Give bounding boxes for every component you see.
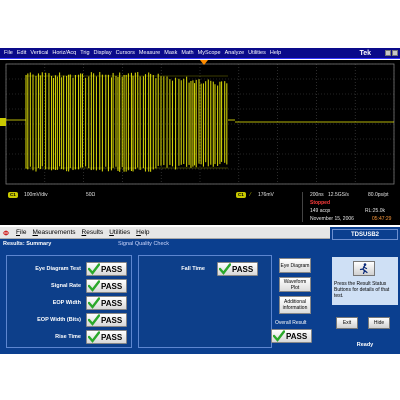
scope-menu-help[interactable]: Help xyxy=(268,50,283,56)
check-icon xyxy=(88,280,100,292)
tdsusb2-control-panel: TDSUSB2 Press the Result Status Buttons … xyxy=(330,227,400,354)
exit-button[interactable]: Exit xyxy=(336,317,358,329)
app-menu-help[interactable]: Help xyxy=(133,229,152,236)
eop-width-result-button[interactable]: PASS xyxy=(86,296,127,310)
waveform-graticule xyxy=(0,60,395,185)
results-panel-right: Fall Time PASS xyxy=(138,255,272,348)
date-readout: November 15, 2006 xyxy=(310,216,354,222)
status-ready: Ready xyxy=(356,342,374,348)
record-length: RL:25.0k xyxy=(365,208,386,214)
blank-area xyxy=(0,354,400,400)
eye-diagram-button[interactable]: Eye Diagram xyxy=(279,258,311,273)
timebase[interactable]: 200ns xyxy=(310,192,324,198)
minimize-icon[interactable] xyxy=(385,50,391,56)
test-row: Rise Time PASS xyxy=(9,330,129,344)
test-row: Eye Diagram Test PASS xyxy=(9,262,129,276)
scope-menu-measure[interactable]: Measure xyxy=(137,50,162,56)
scope-menu-file[interactable]: File xyxy=(2,50,15,56)
result-text: PASS xyxy=(232,264,254,274)
results-panel-left: Eye Diagram Test PASS Signal Rate PASS E… xyxy=(6,255,132,348)
result-text: PASS xyxy=(101,298,123,308)
window-controls xyxy=(385,50,400,56)
check-icon xyxy=(88,331,100,343)
waveform-plot-button[interactable]: Waveform Plot xyxy=(279,277,311,292)
results-summary-title: Results: Summary xyxy=(3,241,52,247)
running-man-icon xyxy=(359,263,368,274)
acquisition-count: 149 acqs xyxy=(310,208,331,214)
trigger-level[interactable]: 176mV xyxy=(258,192,274,198)
test-label: Signal Rate xyxy=(51,283,81,289)
scope-menubar: File Edit Vertical Horiz/Acq Trig Displa… xyxy=(0,48,400,59)
trigger-slope-icon: ⁄ xyxy=(250,192,251,198)
time-readout: 05:47:29 xyxy=(372,216,392,222)
ch1-ground-marker[interactable] xyxy=(0,118,6,126)
acquisition-mode: Stopped xyxy=(310,200,330,206)
result-text: PASS xyxy=(101,315,123,325)
test-row: Signal Rate PASS xyxy=(9,279,129,293)
test-row: Fall Time PASS xyxy=(143,262,267,276)
eye-diagram-test-result-button[interactable]: PASS xyxy=(86,262,127,276)
result-text: PASS xyxy=(286,331,308,341)
ch1-impedance: 50Ω xyxy=(86,192,96,198)
scope-waveform-display[interactable] xyxy=(0,60,400,188)
scope-menu-horiz-acq[interactable]: Horiz/Acq xyxy=(50,50,78,56)
rise-time-result-button[interactable]: PASS xyxy=(86,330,127,344)
tds-description-box: Press the Result Status Buttons for deta… xyxy=(332,257,398,305)
check-icon xyxy=(273,330,285,342)
scope-menu-display[interactable]: Display xyxy=(92,50,114,56)
app-menu-measurements[interactable]: Measurements xyxy=(30,229,79,236)
test-label: Fall Time xyxy=(181,266,205,272)
result-text: PASS xyxy=(101,264,123,274)
result-text: PASS xyxy=(101,332,123,342)
check-icon xyxy=(88,297,100,309)
ch1-scale[interactable]: 100mV/div xyxy=(24,192,48,198)
close-icon[interactable] xyxy=(392,50,398,56)
scope-menu-myscope[interactable]: MyScope xyxy=(196,50,223,56)
scope-menu-edit[interactable]: Edit xyxy=(15,50,28,56)
tdsusb2-title: TDSUSB2 xyxy=(332,229,398,240)
run-button[interactable] xyxy=(353,261,375,276)
scope-menu-cursors[interactable]: Cursors xyxy=(114,50,137,56)
scope-menu-vertical[interactable]: Vertical xyxy=(28,50,50,56)
app-menu-results[interactable]: Results xyxy=(79,229,107,236)
scope-menu-utilities[interactable]: Utilities xyxy=(246,50,268,56)
time-per-point: 80.0ps/pt xyxy=(368,192,389,198)
check-icon xyxy=(88,314,100,326)
fall-time-result-button[interactable]: PASS xyxy=(217,262,258,276)
scope-menu-trig[interactable]: Trig xyxy=(78,50,91,56)
test-label: EOP Width xyxy=(52,300,81,306)
signal-quality-title: Signal Quality Check xyxy=(118,241,170,247)
test-label: Rise Time xyxy=(55,334,81,340)
app-menu-utilities[interactable]: Utilities xyxy=(106,229,133,236)
check-icon xyxy=(219,263,231,275)
eop-width-bits-result-button[interactable]: PASS xyxy=(86,313,127,327)
tek-logo: Tek xyxy=(359,49,371,57)
signal-rate-result-button[interactable]: PASS xyxy=(86,279,127,293)
test-row: EOP Width PASS xyxy=(9,296,129,310)
app-menubar: File Measurements Results Utilities Help xyxy=(0,227,330,239)
overall-result-label: Overall Result xyxy=(275,320,307,326)
scope-menu-analyze[interactable]: Analyze xyxy=(223,50,247,56)
trigger-source-badge[interactable]: C1 xyxy=(236,192,246,198)
additional-information-button[interactable]: Additional information xyxy=(279,296,311,314)
ch1-badge[interactable]: C1 xyxy=(8,192,18,198)
app-subheader: Results: Summary Signal Quality Check xyxy=(0,239,330,249)
scope-menu-math[interactable]: Math xyxy=(179,50,195,56)
overall-result-button[interactable]: PASS xyxy=(271,329,312,343)
scope-status-bar: C1 100mV/div 50Ω C1 ⁄ 176mV 200ns 12.5GS… xyxy=(0,188,400,225)
sample-rate: 12.5GS/s xyxy=(328,192,349,198)
hide-button[interactable]: Hide xyxy=(368,317,390,329)
app-menu-file[interactable]: File xyxy=(13,229,30,236)
test-label: EOP Width (Bits) xyxy=(37,317,81,323)
result-text: PASS xyxy=(101,281,123,291)
test-label: Eye Diagram Test xyxy=(35,266,81,272)
test-row: EOP Width (Bits) PASS xyxy=(9,313,129,327)
scope-menu-mask[interactable]: Mask xyxy=(162,50,179,56)
status-divider xyxy=(302,192,303,222)
tds-description-text: Press the Result Status Buttons for deta… xyxy=(334,281,390,299)
app-logo-icon xyxy=(2,230,10,235)
check-icon xyxy=(88,263,100,275)
